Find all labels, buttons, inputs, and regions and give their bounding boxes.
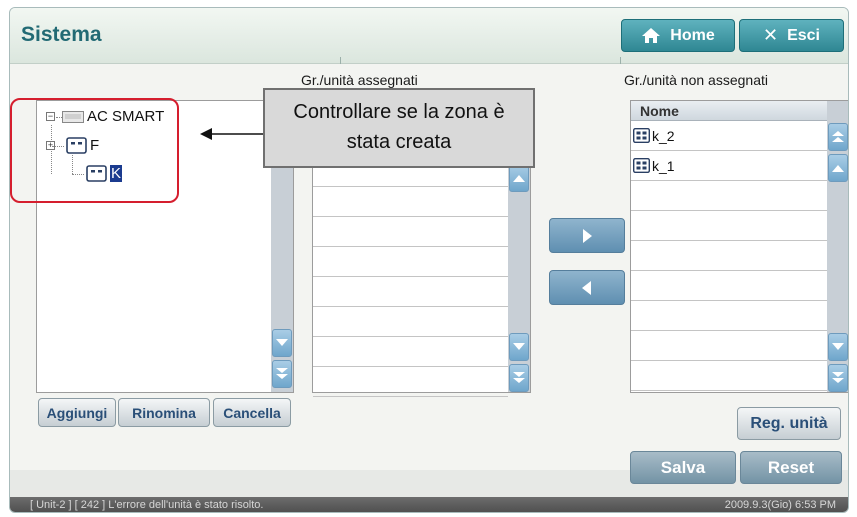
- unassigned-list[interactable]: Nome k_2 k_1: [630, 100, 848, 393]
- column-header-nome[interactable]: Nome: [631, 101, 827, 121]
- list-row[interactable]: [313, 337, 508, 367]
- scroll-up-button[interactable]: [509, 164, 529, 192]
- unassign-left-button[interactable]: [549, 270, 625, 305]
- scroll-top-button[interactable]: [828, 123, 848, 151]
- arrow-left-icon: [582, 280, 591, 295]
- scroll-down-button[interactable]: [828, 333, 848, 361]
- double-chevron-down-icon: [276, 368, 288, 379]
- system-window: Sistema Home ✕ Esci Gr./unità assegnati …: [9, 7, 849, 513]
- arrow-right-icon: [583, 228, 592, 243]
- list-row[interactable]: [631, 271, 827, 301]
- list-item[interactable]: k_1: [631, 151, 827, 181]
- chevron-down-icon: [276, 339, 288, 346]
- home-button[interactable]: Home: [621, 19, 735, 52]
- rename-button[interactable]: Rinomina: [118, 398, 210, 427]
- status-bar: [ Unit-2 ] [ 242 ] L'errore dell'unità è…: [10, 497, 848, 512]
- callout-arrow: [200, 128, 264, 140]
- callout-line-2: stata creata: [346, 131, 452, 153]
- list-row[interactable]: [313, 217, 508, 247]
- header-divider: [340, 57, 341, 64]
- status-message: [ Unit-2 ] [ 242 ] L'errore dell'unità è…: [30, 499, 264, 511]
- page-title: Sistema: [21, 23, 102, 46]
- register-unit-button[interactable]: Reg. unità: [737, 407, 841, 440]
- scroll-up-button[interactable]: [828, 154, 848, 182]
- list-row[interactable]: [313, 187, 508, 217]
- status-datetime: 2009.9.3(Gio) 6:53 PM: [724, 499, 836, 511]
- list-row[interactable]: [631, 181, 827, 211]
- list-row[interactable]: [313, 307, 508, 337]
- chevron-up-icon: [513, 175, 525, 182]
- scroll-down-button[interactable]: [509, 333, 529, 361]
- chevron-up-icon: [832, 165, 844, 172]
- exit-label: Esci: [787, 26, 820, 44]
- double-chevron-down-icon: [513, 372, 525, 383]
- add-button[interactable]: Aggiungi: [38, 398, 116, 427]
- list-row[interactable]: [313, 247, 508, 277]
- scroll-bottom-button[interactable]: [509, 364, 529, 392]
- list-row[interactable]: [631, 301, 827, 331]
- assign-right-button[interactable]: [549, 218, 625, 253]
- exit-button[interactable]: ✕ Esci: [739, 19, 844, 52]
- scroll-bottom-button[interactable]: [828, 364, 848, 392]
- callout-note: Controllare se la zona è stata creata: [263, 88, 535, 168]
- unassigned-panel-label: Gr./unità non assegnati: [624, 72, 768, 88]
- scroll-bottom-button[interactable]: [272, 360, 292, 388]
- chevron-down-icon: [832, 343, 844, 350]
- unit-icon: [633, 158, 650, 173]
- double-chevron-up-icon: [832, 131, 844, 142]
- header-divider: [620, 57, 621, 64]
- unassigned-scrollbar[interactable]: [827, 101, 848, 392]
- list-row[interactable]: [631, 241, 827, 271]
- list-row[interactable]: [631, 331, 827, 361]
- close-icon: ✕: [762, 25, 779, 45]
- unit-icon: [633, 128, 650, 143]
- save-button[interactable]: Salva: [630, 451, 736, 484]
- header-bar: Sistema Home ✕ Esci: [10, 8, 848, 64]
- list-row[interactable]: [313, 367, 508, 397]
- home-icon: [642, 28, 661, 43]
- assigned-panel-label: Gr./unità assegnati: [301, 72, 418, 88]
- reset-button[interactable]: Reset: [740, 451, 842, 484]
- list-row[interactable]: [313, 277, 508, 307]
- double-chevron-down-icon: [832, 372, 844, 383]
- list-row[interactable]: [631, 211, 827, 241]
- chevron-down-icon: [513, 343, 525, 350]
- scroll-down-button[interactable]: [272, 329, 292, 357]
- list-item-label: k_1: [652, 157, 675, 174]
- list-item[interactable]: k_2: [631, 121, 827, 151]
- callout-line-1: Controllare se la zona è: [293, 101, 505, 123]
- highlight-outline: [10, 98, 179, 203]
- list-row[interactable]: [631, 361, 827, 391]
- list-item-label: k_2: [652, 127, 675, 144]
- delete-button[interactable]: Cancella: [213, 398, 291, 427]
- home-label: Home: [670, 26, 715, 44]
